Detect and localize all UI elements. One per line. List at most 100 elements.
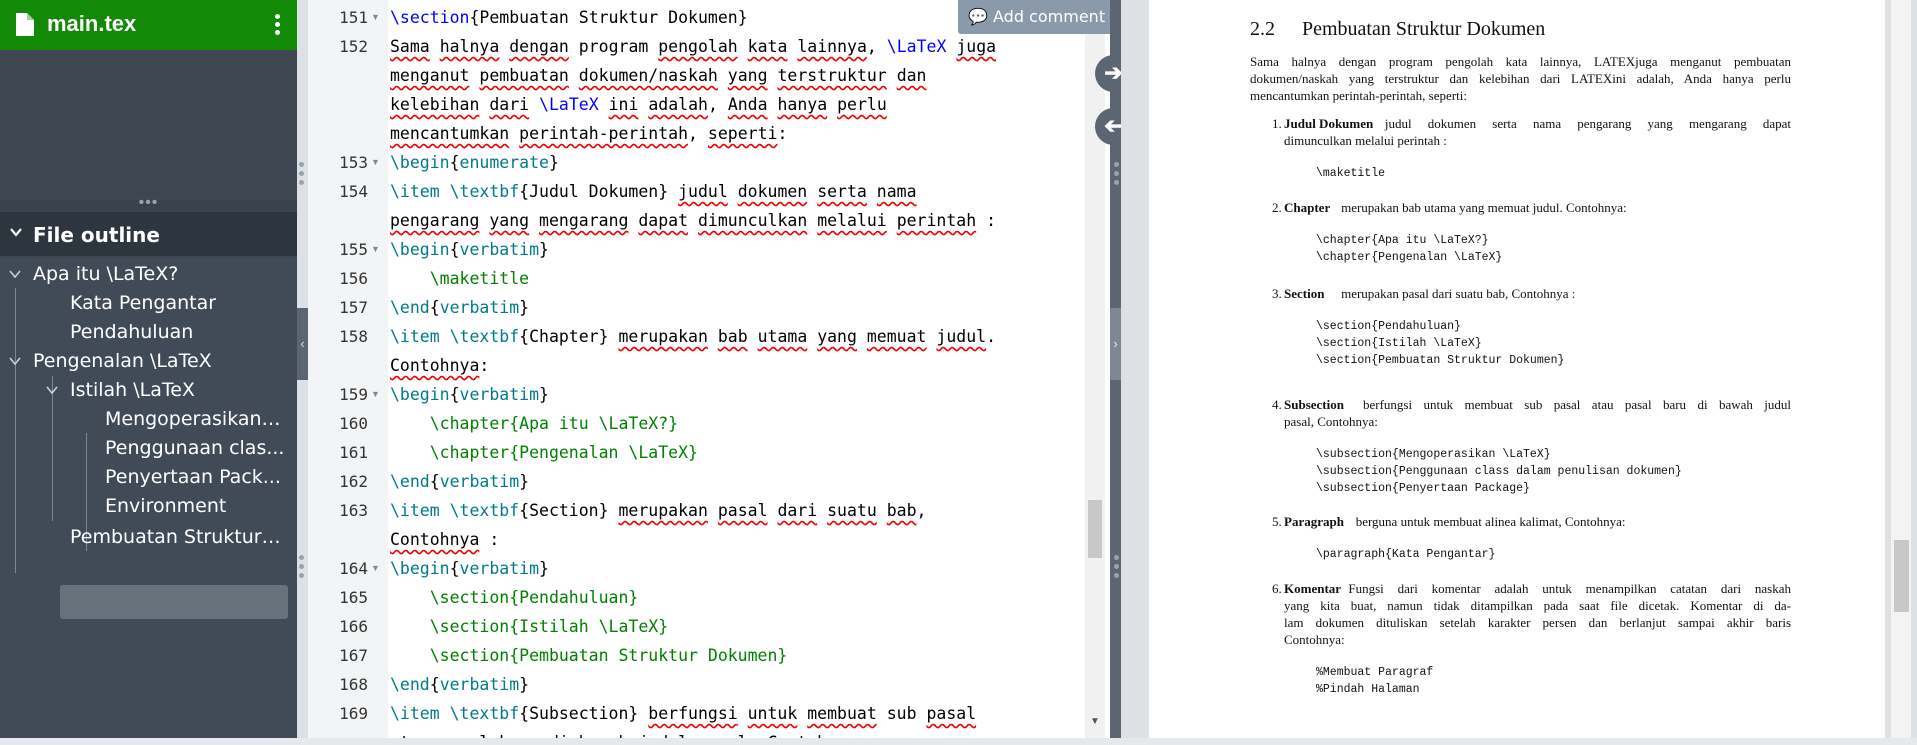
pdf-text: dokumen/naskah yang terstruktur dan kele… bbox=[1250, 71, 1791, 86]
line-number-gutter: 151 ▼ 152 153 ▼ 154 155 ▼ 156 157 158 159 ▼ 160 161 162… bbox=[308, 0, 388, 738]
drag-grip-icon[interactable] bbox=[299, 555, 305, 582]
pdf-code-line: %Pindah Halaman bbox=[1316, 683, 1420, 696]
scroll-thumb[interactable] bbox=[1088, 500, 1102, 558]
pdf-code-line: \maketitle bbox=[1316, 167, 1386, 180]
arrow-left-icon: ➔ bbox=[1104, 113, 1123, 138]
fold-toggle-icon[interactable]: ▼ bbox=[371, 554, 380, 583]
file-outline: Apa itu \LaTeX? Kata Pengantar Pendahuluan… bbox=[0, 258, 297, 738]
collapse-sidebar-button[interactable]: ‹ bbox=[297, 308, 308, 380]
code-line[interactable]: \item \textbf{Chapter} merupakan bab uta… bbox=[390, 322, 1110, 351]
code-line[interactable]: Contohnya : bbox=[390, 525, 1110, 554]
panel-resize-handle[interactable]: ••• bbox=[0, 195, 297, 212]
code-token: Contohnya bbox=[390, 356, 480, 375]
scroll-down-icon[interactable]: ▼ bbox=[1090, 716, 1100, 727]
pdf-code-line: \section{Pembuatan Struktur Dokumen} bbox=[1316, 354, 1565, 367]
outline-item[interactable]: Istilah \LaTeX bbox=[70, 374, 195, 406]
code-token: \maketitle bbox=[390, 269, 530, 288]
code-line[interactable]: \begin{enumerate} bbox=[390, 148, 1110, 177]
code-token: verbatim bbox=[459, 385, 540, 404]
pdf-text: mencantumkan perintah-perintah, seperti: bbox=[1250, 88, 1467, 103]
code-line[interactable]: \chapter{Apa itu \LaTeX?} bbox=[390, 409, 1110, 438]
outline-item[interactable]: Kata Pengantar bbox=[70, 287, 216, 319]
outline-item[interactable]: Apa itu \LaTeX? bbox=[33, 258, 178, 290]
code-token: \begin bbox=[390, 240, 450, 259]
code-line[interactable]: \item \textbf{Section} merupakan pasal d… bbox=[390, 496, 1110, 525]
chevron-down-icon[interactable] bbox=[8, 267, 22, 281]
code-token: pengolah bbox=[658, 37, 738, 56]
pdf-text: pasal, Contohnya: bbox=[1284, 414, 1378, 429]
code-line[interactable]: pengarang yang mengarang dapat dimunculk… bbox=[390, 206, 1110, 235]
code-line[interactable]: \end{verbatim} bbox=[390, 670, 1110, 699]
code-line[interactable]: \begin{verbatim} bbox=[390, 380, 1110, 409]
scroll-thumb[interactable] bbox=[1894, 540, 1909, 612]
code-token: } bbox=[519, 675, 530, 694]
drag-grip-icon[interactable] bbox=[1114, 555, 1120, 582]
outline-item[interactable]: Pengenalan \LaTeX bbox=[33, 345, 212, 377]
code-line[interactable]: \chapter{Pengenalan \LaTeX} bbox=[390, 438, 1110, 467]
code-line[interactable]: \section{Pendahuluan} bbox=[390, 583, 1110, 612]
code-token: , bbox=[688, 124, 708, 143]
fold-toggle-icon[interactable]: ▼ bbox=[371, 148, 380, 177]
code-token: perlu bbox=[837, 95, 887, 114]
kebab-menu-icon[interactable] bbox=[272, 12, 282, 38]
pdf-text: lam dokumen dituliskan setelah karakter … bbox=[1284, 615, 1791, 630]
outline-item[interactable]: Penyertaan Pack... bbox=[105, 461, 281, 493]
code-token: terstruktur bbox=[777, 66, 887, 85]
code-token: juga bbox=[956, 37, 997, 56]
code-line[interactable]: \begin{verbatim} bbox=[390, 235, 1110, 264]
fold-toggle-icon[interactable]: ▼ bbox=[371, 3, 380, 32]
outline-item[interactable]: Pendahuluan bbox=[70, 316, 193, 348]
code-line[interactable]: \section{Pembuatan Struktur Dokumen} bbox=[390, 641, 1110, 670]
code-token: suatu bbox=[827, 501, 877, 520]
drag-grip-icon[interactable] bbox=[1114, 162, 1120, 189]
add-comment-label: Add comment bbox=[993, 7, 1106, 26]
code-token: verbatim bbox=[439, 298, 520, 317]
code-token: bab bbox=[717, 327, 748, 346]
code-token: \item \textbf bbox=[390, 704, 520, 723]
code-line[interactable]: menganut pembuatan dokumen/naskah yang t… bbox=[390, 61, 1110, 90]
code-line[interactable]: atau pasal baru di bawah judul pasal, Co… bbox=[390, 728, 1110, 738]
code-line[interactable]: mencantumkan perintah-perintah, seperti: bbox=[390, 119, 1110, 148]
code-line[interactable]: \end{verbatim} bbox=[390, 467, 1110, 496]
outline-header[interactable]: File outline bbox=[0, 212, 297, 256]
code-line[interactable]: \item \textbf{Subsection} berfungsi untu… bbox=[390, 699, 1110, 728]
add-comment-button[interactable]: 💬 Add comment bbox=[958, 0, 1110, 34]
code-line[interactable]: kelebihan dari \LaTeX ini adalah, Anda h… bbox=[390, 90, 1110, 119]
fold-toggle-icon[interactable]: ▼ bbox=[371, 235, 380, 264]
pdf-code-line: \chapter{Apa itu \LaTeX?} bbox=[1316, 234, 1489, 247]
code-editor[interactable]: 151 ▼ 152 153 ▼ 154 155 ▼ 156 157 158 159 ▼ 160 161 162… bbox=[308, 0, 1113, 738]
outline-item[interactable]: Pembuatan Struktur ... bbox=[70, 521, 285, 553]
code-line[interactable]: \end{verbatim} bbox=[390, 293, 1110, 322]
code-line[interactable]: Sama halnya dengan program pengolah kata… bbox=[390, 32, 1110, 61]
code-token: \item \textbf bbox=[390, 327, 520, 346]
outline-item[interactable]: Mengoperasikan ... bbox=[105, 403, 285, 435]
line-number: 169 bbox=[339, 704, 368, 723]
pdf-text: Fungsi dari komentar adalah untuk menamp… bbox=[1348, 581, 1791, 596]
code-token: kelebihan bbox=[390, 95, 480, 114]
line-number: 166 bbox=[339, 617, 368, 636]
outline-item[interactable]: Penggunaan clas... bbox=[105, 432, 284, 464]
code-line[interactable]: \begin{verbatim} bbox=[390, 554, 1110, 583]
pdf-scrollbar[interactable] bbox=[1891, 0, 1911, 738]
code-line[interactable]: \maketitle bbox=[390, 264, 1110, 293]
code-line[interactable]: \section{Istilah \LaTeX} bbox=[390, 612, 1110, 641]
line-number: 164 bbox=[339, 559, 368, 578]
code-line[interactable]: Contohnya: bbox=[390, 351, 1110, 380]
code-line[interactable]: \item \textbf{Judul Dokumen} judul dokum… bbox=[390, 177, 1110, 206]
chevron-down-icon[interactable] bbox=[8, 354, 22, 368]
fold-toggle-icon[interactable]: ▼ bbox=[371, 380, 380, 409]
pdf-viewer[interactable]: 2.2 Pembuatan Struktur Dokumen Sama haln… bbox=[1121, 0, 1917, 738]
outline-item[interactable]: Environment bbox=[105, 490, 226, 522]
drag-grip-icon[interactable] bbox=[299, 162, 305, 189]
status-bar bbox=[0, 738, 1917, 745]
collapse-pdf-button[interactable]: › bbox=[1110, 308, 1121, 380]
pdf-code-line: \subsection{Mengoperasikan \LaTeX} bbox=[1316, 448, 1551, 461]
chevron-down-icon[interactable] bbox=[45, 383, 59, 397]
